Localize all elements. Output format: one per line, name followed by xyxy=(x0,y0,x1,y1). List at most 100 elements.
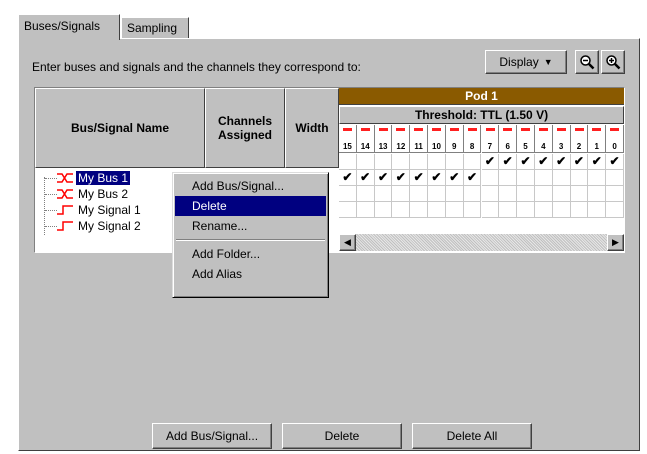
channel-header[interactable]: 0 xyxy=(606,125,624,153)
channel-assign-cell[interactable]: ✔ xyxy=(445,170,464,186)
column-header-width[interactable]: Width xyxy=(285,88,339,168)
tab-buses-signals[interactable]: Buses/Signals xyxy=(18,14,120,40)
zoom-out-button[interactable] xyxy=(575,50,599,74)
channel-assign-cell[interactable]: ✔ xyxy=(588,154,607,170)
scroll-left-button[interactable]: ◀ xyxy=(339,234,356,251)
tree-row-signal[interactable]: My Signal 1 xyxy=(39,202,143,218)
display-dropdown-button[interactable]: Display ▼ xyxy=(485,50,567,74)
column-header-channels[interactable]: Channels Assigned xyxy=(205,88,285,168)
channel-assign-cell[interactable]: ✔ xyxy=(428,170,446,186)
channel-assign-cell[interactable] xyxy=(356,186,375,202)
channel-assign-cell[interactable]: ✔ xyxy=(339,170,357,186)
channel-assign-cell[interactable] xyxy=(588,170,607,186)
channel-assign-cell[interactable] xyxy=(517,202,535,218)
delete-button[interactable]: Delete xyxy=(282,423,402,449)
column-header-name[interactable]: Bus/Signal Name xyxy=(35,88,205,168)
channel-header[interactable]: 8 xyxy=(463,125,482,153)
channel-assign-cell[interactable]: ✔ xyxy=(410,170,429,186)
channel-assign-cell[interactable] xyxy=(570,170,589,186)
threshold-header[interactable]: Threshold: TTL (1.50 V) xyxy=(339,106,624,124)
channel-assign-cell[interactable] xyxy=(481,202,500,218)
channel-assign-cell[interactable] xyxy=(374,154,393,170)
channel-assign-cell[interactable] xyxy=(517,186,535,202)
channel-assign-cell[interactable]: ✔ xyxy=(392,170,411,186)
channel-header[interactable]: 2 xyxy=(570,125,589,153)
channel-assign-cell[interactable] xyxy=(606,170,624,186)
channel-header[interactable]: 11 xyxy=(410,125,429,153)
tree-row-bus[interactable]: My Bus 1 xyxy=(39,170,132,186)
channel-assign-cell[interactable] xyxy=(481,170,500,186)
channel-assign-cell[interactable] xyxy=(463,186,482,202)
horizontal-scrollbar[interactable]: ◀ ▶ xyxy=(339,234,624,251)
channel-assign-cell[interactable] xyxy=(517,170,535,186)
menu-item-add-folder[interactable]: Add Folder... xyxy=(175,244,326,264)
channel-assign-cell[interactable] xyxy=(552,186,571,202)
channel-assign-cell[interactable] xyxy=(481,186,500,202)
channel-assign-cell[interactable]: ✔ xyxy=(552,154,571,170)
channel-assign-cell[interactable]: ✔ xyxy=(534,154,553,170)
channel-header[interactable]: 6 xyxy=(499,125,518,153)
channel-assign-cell[interactable] xyxy=(445,186,464,202)
tab-sampling[interactable]: Sampling xyxy=(121,17,189,39)
channel-header[interactable]: 3 xyxy=(552,125,571,153)
channel-header[interactable]: 1 xyxy=(588,125,607,153)
channel-header[interactable]: 7 xyxy=(481,125,500,153)
menu-item-rename[interactable]: Rename... xyxy=(175,216,326,236)
channel-assign-cell[interactable] xyxy=(410,154,429,170)
add-bus-signal-button[interactable]: Add Bus/Signal... xyxy=(152,423,272,449)
channel-assign-cell[interactable] xyxy=(392,154,411,170)
menu-item-delete[interactable]: Delete xyxy=(175,196,326,216)
channel-assign-cell[interactable] xyxy=(570,202,589,218)
channel-assign-cell[interactable] xyxy=(339,202,357,218)
channel-assign-cell[interactable] xyxy=(606,202,624,218)
channel-assign-cell[interactable] xyxy=(374,202,393,218)
channel-assign-cell[interactable] xyxy=(445,202,464,218)
channel-assign-cell[interactable] xyxy=(356,202,375,218)
channel-assign-cell[interactable] xyxy=(463,154,482,170)
channel-header[interactable]: 14 xyxy=(356,125,375,153)
channel-assign-cell[interactable] xyxy=(588,186,607,202)
channel-assign-cell[interactable] xyxy=(339,154,357,170)
menu-item-add-bus-signal[interactable]: Add Bus/Signal... xyxy=(175,176,326,196)
menu-item-add-alias[interactable]: Add Alias xyxy=(175,264,326,284)
zoom-in-button[interactable] xyxy=(601,50,625,74)
channel-assign-cell[interactable] xyxy=(499,186,518,202)
channel-assign-cell[interactable] xyxy=(356,154,375,170)
channel-assign-cell[interactable] xyxy=(428,202,446,218)
channel-assign-cell[interactable]: ✔ xyxy=(499,154,518,170)
channel-assign-cell[interactable] xyxy=(499,170,518,186)
channel-header[interactable]: 4 xyxy=(534,125,553,153)
channel-assign-cell[interactable] xyxy=(499,202,518,218)
channel-assign-cell[interactable] xyxy=(552,202,571,218)
channel-assign-cell[interactable] xyxy=(588,202,607,218)
channel-assign-cell[interactable]: ✔ xyxy=(517,154,535,170)
channel-assign-cell[interactable] xyxy=(392,202,411,218)
channel-assign-cell[interactable] xyxy=(463,202,482,218)
channel-assign-cell[interactable]: ✔ xyxy=(374,170,393,186)
delete-all-button[interactable]: Delete All xyxy=(412,423,532,449)
bus-signal-grid[interactable]: Bus/Signal Name Channels Assigned Width … xyxy=(34,87,625,253)
tree-row-bus[interactable]: My Bus 2 xyxy=(39,186,130,202)
scroll-right-button[interactable]: ▶ xyxy=(607,234,624,251)
channel-assign-cell[interactable] xyxy=(410,202,429,218)
channel-assign-cell[interactable] xyxy=(410,186,429,202)
channel-assign-cell[interactable] xyxy=(428,154,446,170)
channel-assign-cell[interactable]: ✔ xyxy=(481,154,500,170)
channel-assign-cell[interactable]: ✔ xyxy=(356,170,375,186)
channel-assign-cell[interactable] xyxy=(570,186,589,202)
channel-header[interactable]: 13 xyxy=(374,125,393,153)
tree-row-signal[interactable]: My Signal 2 xyxy=(39,218,143,234)
channel-assign-cell[interactable] xyxy=(374,186,393,202)
channel-assign-cell[interactable] xyxy=(428,186,446,202)
channel-assign-cell[interactable] xyxy=(445,154,464,170)
channel-header[interactable]: 5 xyxy=(517,125,535,153)
channel-assign-cell[interactable] xyxy=(552,170,571,186)
channel-header[interactable]: 9 xyxy=(445,125,464,153)
channel-assign-cell[interactable]: ✔ xyxy=(570,154,589,170)
channel-header[interactable]: 12 xyxy=(392,125,411,153)
channel-assign-cell[interactable] xyxy=(339,186,357,202)
channel-assign-cell[interactable]: ✔ xyxy=(606,154,624,170)
channel-header[interactable]: 15 xyxy=(339,125,357,153)
channel-assign-cell[interactable] xyxy=(534,186,553,202)
channel-header[interactable]: 10 xyxy=(428,125,446,153)
